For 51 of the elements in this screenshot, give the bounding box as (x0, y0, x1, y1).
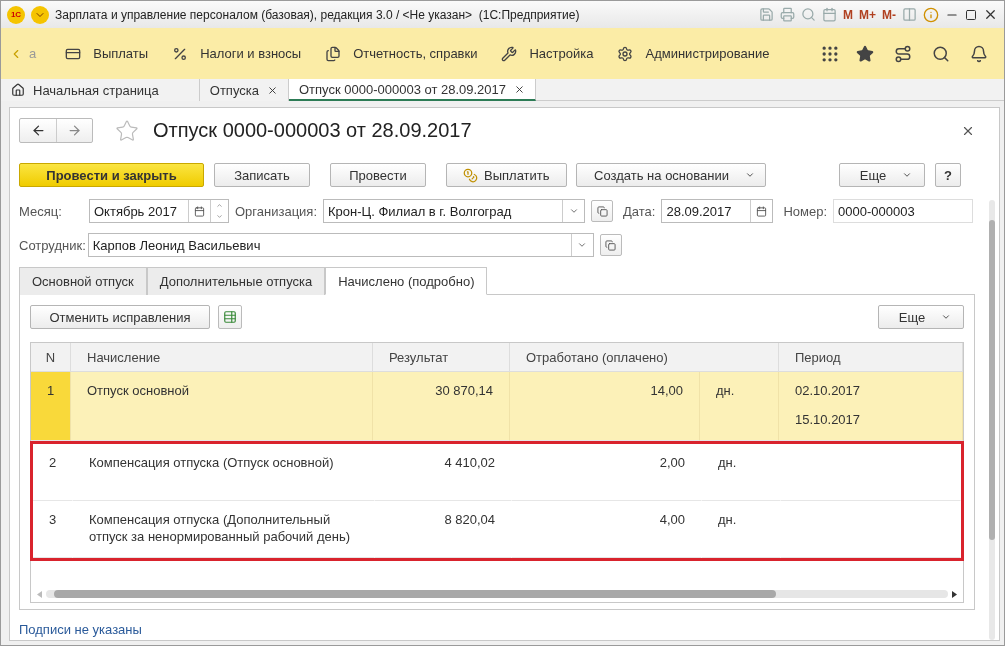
menu-item[interactable]: Выплаты (56, 36, 158, 71)
table-row[interactable]: 1 Отпуск основной 30 870,14 14,00 дн. 02.10.2017 15.10.2017 (31, 372, 963, 441)
form-tab[interactable]: Основной отпуск (19, 267, 147, 295)
table-cell: 30 870,14 (373, 372, 510, 441)
table-cell: Отпуск основной (71, 372, 373, 441)
date-label: Дата: (623, 203, 656, 219)
period-cell: 02.10.2017 15.10.2017 (779, 372, 963, 441)
more-button[interactable]: Еще (878, 305, 964, 329)
number-field[interactable]: 0000-000003 (833, 199, 974, 223)
date-field[interactable]: 28.09.2017 (661, 199, 774, 223)
signatures-link[interactable]: Подписи не указаны (19, 622, 142, 637)
employee-field[interactable]: Карпов Леонид Васильевич (87, 233, 594, 257)
table-cell: 14,00 (510, 372, 700, 441)
toolbar-button[interactable]: Записать (214, 163, 310, 187)
number-label: Номер: (783, 203, 828, 219)
menu-item[interactable]: Отчетность, справки (316, 36, 487, 71)
memory-button[interactable]: M- (882, 7, 896, 22)
column-header[interactable]: Период (779, 343, 963, 372)
month-field[interactable]: Октябрь 2017 (89, 199, 229, 223)
menu-item[interactable]: Администрирование (608, 36, 779, 71)
month-label: Месяц: (19, 203, 63, 219)
menu-item[interactable]: Настройка (492, 36, 603, 71)
cancel-corrections-button[interactable]: Отменить исправления (30, 305, 210, 329)
app-logo[interactable]: 1С (7, 5, 25, 24)
more-button[interactable]: Еще (839, 163, 926, 187)
window-title: Зарплата и управление персоналом (базовая), редакция 3.0 / <Не указан> (1С:Предприятие) (55, 7, 581, 22)
column-header[interactable]: Начисление (71, 343, 373, 372)
memory-button[interactable]: M (843, 7, 853, 22)
help-button[interactable]: ? (935, 163, 961, 187)
organization-field[interactable]: Крон-Ц. Филиал в г. Волгоград (323, 199, 586, 223)
create-based-on-button[interactable]: Создать на основании (575, 163, 766, 187)
column-header[interactable]: Отработано (оплачено) (510, 343, 779, 372)
form-tab[interactable]: Дополнительные отпуска (146, 267, 326, 295)
column-header[interactable]: N (31, 343, 71, 372)
employee-label: Сотрудник: (19, 237, 86, 253)
open-tab[interactable]: Отпуска (199, 79, 289, 101)
pay-button[interactable]: Выплатить (446, 163, 567, 187)
table-cell: дн. (700, 372, 779, 441)
column-header[interactable]: Результат (373, 343, 510, 372)
form-tab[interactable]: Начислено (подробно) (325, 267, 488, 295)
open-tab[interactable]: Начальная страница (1, 79, 200, 101)
post-and-close-button[interactable]: Провести и закрыть (19, 163, 204, 187)
memory-button[interactable]: M+ (859, 7, 876, 22)
menu-item[interactable]: Налоги и взносы (163, 36, 311, 71)
organization-label: Организация: (235, 203, 318, 219)
table-cell: 1 (31, 372, 71, 441)
table-row[interactable]: 2 Компенсация отпуска (Отпуск основной) 4 410,02 2,00 дн. (33, 444, 961, 501)
document-title: Отпуск 0000-000003 от 28.09.2017 (153, 119, 473, 142)
toolbar-button[interactable]: Провести (330, 163, 426, 187)
open-tab[interactable]: Отпуск 0000-000003 от 28.09.2017 (288, 79, 537, 101)
table-row[interactable]: 3 Компенсация отпуска (Дополнительный отпуск за ненормированный рабочий день) 8 820,04 4,00 дн. (33, 501, 961, 558)
